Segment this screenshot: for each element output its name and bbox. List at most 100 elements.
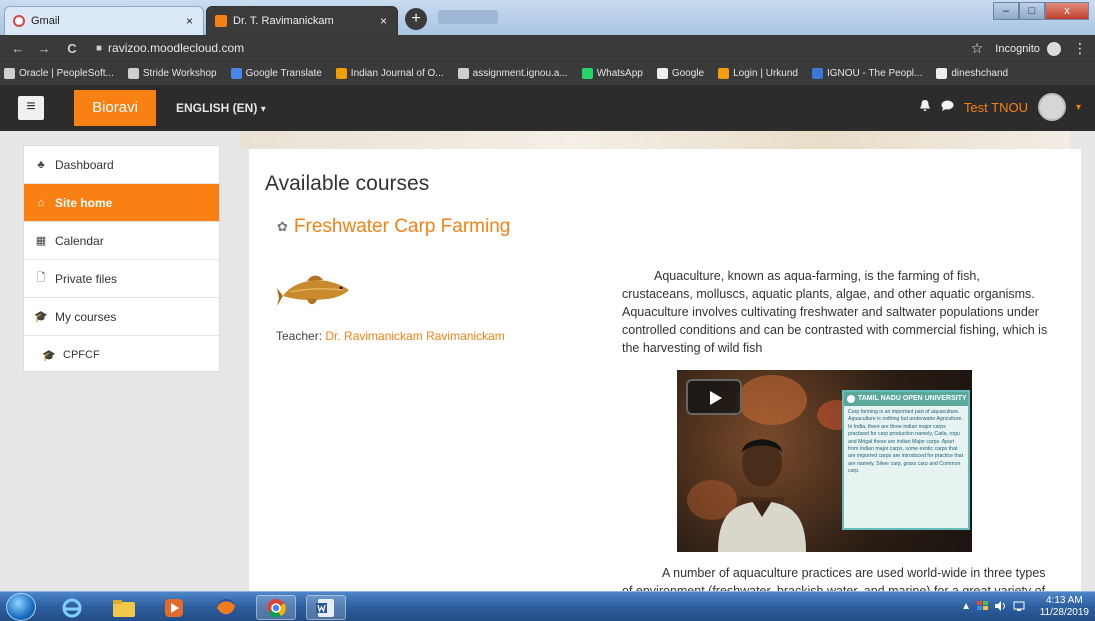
file-explorer-icon[interactable] xyxy=(104,595,144,620)
minimize-button[interactable]: – xyxy=(993,2,1019,20)
main-content: Available courses ✿ Freshwater Carp Farm… xyxy=(249,149,1081,594)
teacher-name-link[interactable]: Dr. Ravimanickam Ravimanickam xyxy=(325,329,504,343)
media-player-icon[interactable] xyxy=(154,595,194,620)
url-field[interactable]: ravizoo.moodlecloud.com xyxy=(108,41,244,55)
tab-gmail[interactable]: Gmail × xyxy=(4,6,204,35)
language-menu[interactable]: ENGLISH (EN) ▾ xyxy=(176,101,266,115)
new-tab-button[interactable]: + xyxy=(405,8,427,30)
course-title: Freshwater Carp Farming xyxy=(293,216,511,237)
incognito-icon xyxy=(1047,41,1061,56)
bookmark-favicon-icon xyxy=(656,68,668,79)
bookmark-label: Login | Urkund xyxy=(733,68,798,79)
tab-close-icon[interactable]: × xyxy=(380,14,387,28)
bookmark-label: dineshchand xyxy=(951,68,1009,79)
sidebar-item-dashboard[interactable]: ♣ Dashboard xyxy=(24,146,219,184)
bookmark-item[interactable]: Indian Journal of O... xyxy=(335,68,444,79)
volume-icon[interactable] xyxy=(995,601,1007,614)
fish-image[interactable] xyxy=(277,266,357,311)
menu-toggle-button[interactable]: ≡ xyxy=(18,96,44,120)
chevron-down-icon: ▾ xyxy=(260,104,266,115)
tab-close-icon[interactable]: × xyxy=(186,14,193,28)
sidebar-item-my-courses[interactable]: 🎓 My courses xyxy=(24,298,219,336)
messages-icon[interactable] xyxy=(941,100,954,115)
incognito-label: Incognito xyxy=(995,42,1040,55)
bookmark-item[interactable]: WhatsApp xyxy=(581,68,643,79)
video-bg-fish xyxy=(737,375,807,425)
bookmark-item[interactable]: dineshchand xyxy=(936,68,1008,79)
window-controls: – □ x xyxy=(993,2,1089,20)
maximize-button[interactable]: □ xyxy=(1019,2,1045,20)
bookmark-favicon-icon xyxy=(335,68,347,79)
network-icon[interactable] xyxy=(1013,601,1025,614)
blurred-tab xyxy=(438,10,498,24)
course-summary-continued: A number of aquaculture practices are us… xyxy=(622,566,1046,594)
bookmark-label: WhatsApp xyxy=(596,68,643,79)
bookmark-item[interactable]: assignment.ignou.a... xyxy=(457,68,568,79)
bookmark-label: Oracle | PeopleSoft... xyxy=(19,68,114,79)
presenter-image xyxy=(718,439,806,552)
sidebar-item-label: CPFCF xyxy=(63,349,100,361)
play-button[interactable] xyxy=(686,379,742,415)
browser-menu-icon[interactable]: ⋮ xyxy=(1073,40,1087,57)
course-link[interactable]: ✿ Freshwater Carp Farming xyxy=(277,216,510,238)
bookmark-favicon-icon xyxy=(457,68,469,79)
address-bar: ← → C ■ ravizoo.moodlecloud.com ☆ Incogn… xyxy=(0,35,1095,61)
tab-moodle[interactable]: Dr. T. Ravimanickam × xyxy=(206,6,398,35)
flag-icon[interactable] xyxy=(977,601,989,614)
university-logo-title: TAMIL NADU OPEN UNIVERSITY xyxy=(844,392,968,406)
bookmark-item[interactable]: Oracle | PeopleSoft... xyxy=(4,68,114,79)
avatar[interactable] xyxy=(1037,93,1066,121)
reload-button[interactable]: C xyxy=(62,41,82,56)
bookmark-item[interactable]: IGNOU - The Peopl... xyxy=(811,68,923,79)
bookmark-label: Google xyxy=(671,68,705,79)
bookmark-favicon-icon xyxy=(4,68,15,79)
bookmark-favicon-icon xyxy=(718,68,730,79)
sidebar-item-calendar[interactable]: ▦ Calendar xyxy=(24,222,219,260)
internet-explorer-icon[interactable] xyxy=(52,595,92,620)
close-window-button[interactable]: x xyxy=(1045,2,1089,20)
sidebar-item-label: My courses xyxy=(55,309,117,324)
dashboard-icon: ♣ xyxy=(37,158,45,171)
bookmark-favicon-icon xyxy=(230,68,242,79)
sidebar-item-private-files[interactable]: 🗋 Private files xyxy=(24,260,219,298)
calendar-icon: ▦ xyxy=(35,235,47,247)
course-icon: ✿ xyxy=(277,219,288,234)
incognito-indicator[interactable]: Incognito xyxy=(995,41,1061,56)
tray-expand-icon[interactable]: ▲ xyxy=(961,601,971,614)
system-tray: ▲ xyxy=(961,601,1025,614)
graduation-cap-icon: 🎓 xyxy=(34,311,48,323)
windows-taskbar: ▲ 4:13 AM 11/28/2019 xyxy=(0,591,1095,621)
bookmark-star-icon[interactable]: ☆ xyxy=(971,40,984,57)
bookmark-favicon-icon xyxy=(811,68,823,79)
language-label: ENGLISH (EN) xyxy=(176,101,258,115)
sidebar-item-site-home[interactable]: ⌂ Site home xyxy=(24,184,219,222)
video-card-text: Carp farming is an important part of aqu… xyxy=(848,409,964,475)
bookmark-item[interactable]: Login | Urkund xyxy=(718,68,798,79)
user-name[interactable]: Test TNOU xyxy=(964,100,1028,115)
start-button[interactable] xyxy=(6,593,36,621)
user-menu-chevron-icon[interactable]: ▾ xyxy=(1076,102,1081,113)
clock-time: 4:13 AM xyxy=(1045,595,1083,606)
chrome-icon[interactable] xyxy=(256,595,296,620)
clock-date: 11/28/2019 xyxy=(1039,607,1089,618)
bookmark-label: IGNOU - The Peopl... xyxy=(826,68,923,79)
address-bar-actions: ☆ Incognito ⋮ xyxy=(971,40,1087,57)
course-video[interactable]: TAMIL NADU OPEN UNIVERSITY Carp farming … xyxy=(677,370,972,552)
notification-bell-icon[interactable] xyxy=(919,99,931,115)
bookmark-label: Google Translate xyxy=(245,68,322,79)
bookmark-item[interactable]: Stride Workshop xyxy=(127,68,217,79)
sidebar-item-cpfcf[interactable]: 🎓 CPFCF xyxy=(24,336,219,374)
moodle-icon xyxy=(215,15,227,27)
word-icon[interactable] xyxy=(306,595,346,620)
teacher-label: Teacher: xyxy=(276,329,323,343)
firefox-icon[interactable] xyxy=(206,595,246,620)
user-area: Test TNOU ▾ xyxy=(919,93,1081,121)
system-clock[interactable]: 4:13 AM 11/28/2019 xyxy=(1040,595,1089,619)
bookmark-favicon-icon xyxy=(127,68,139,79)
bookmark-item[interactable]: Google Translate xyxy=(230,68,322,79)
file-icon: 🗋 xyxy=(36,272,46,284)
forward-button[interactable]: → xyxy=(34,41,54,56)
back-button[interactable]: ← xyxy=(8,41,28,56)
bookmark-item[interactable]: Google xyxy=(656,68,705,79)
site-brand[interactable]: Bioravi xyxy=(74,90,156,126)
